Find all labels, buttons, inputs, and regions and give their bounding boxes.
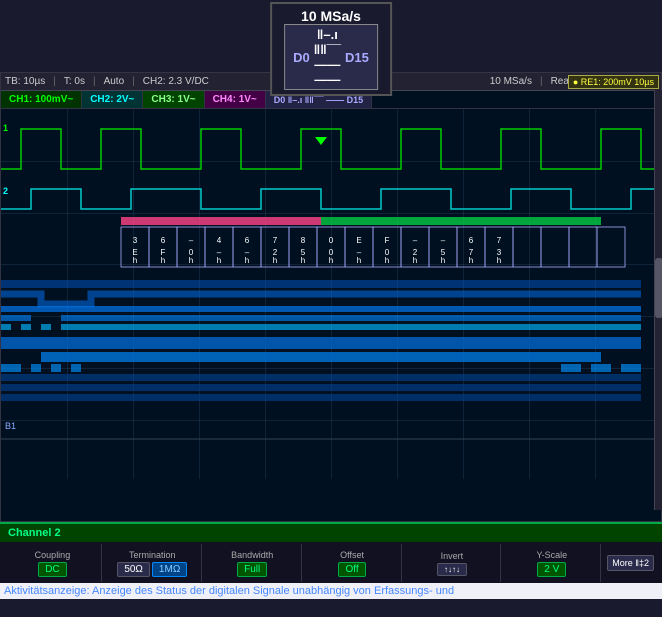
svg-text:h: h <box>413 256 417 265</box>
yscale-label: Y-Scale <box>536 550 567 560</box>
svg-text:h: h <box>497 256 501 265</box>
offset-label: Offset <box>340 550 364 560</box>
d0-label: D0 <box>293 50 310 65</box>
termination-control: Termination 50Ω 1MΩ <box>104 544 202 582</box>
svg-text:0: 0 <box>329 236 334 245</box>
svg-text:h: h <box>385 256 389 265</box>
svg-text:B1: B1 <box>5 421 16 431</box>
bandwidth-control: Bandwidth Full <box>204 544 302 582</box>
ch2-info: CH2: 2.3 V/DC <box>143 76 209 87</box>
svg-text:7: 7 <box>273 236 278 245</box>
svg-text:–: – <box>441 236 446 245</box>
svg-text:h: h <box>217 256 221 265</box>
footer-text: Aktivitätsanzeige: Anzeige des Status de… <box>0 583 662 599</box>
svg-text:h: h <box>329 256 333 265</box>
re1-label: ● RE1: 200mV 10µs <box>568 75 659 89</box>
svg-text:7: 7 <box>497 236 502 245</box>
footer-description: Aktivitätsanzeige: Anzeige des Status de… <box>4 585 454 597</box>
yscale-control: Y-Scale 2 V <box>503 544 601 582</box>
svg-text:4: 4 <box>217 236 222 245</box>
svg-text:8: 8 <box>301 236 306 245</box>
svg-text:F: F <box>385 236 390 245</box>
bandwidth-value: Full <box>237 562 267 577</box>
svg-text:1: 1 <box>3 123 8 133</box>
svg-text:h: h <box>357 256 361 265</box>
sample-rate-display: 10 MSa/s <box>284 8 378 24</box>
svg-text:h: h <box>189 256 193 265</box>
svg-text:h: h <box>301 256 305 265</box>
svg-text:–: – <box>413 236 418 245</box>
controls-row: Coupling DC Termination 50Ω 1MΩ Bandwidt… <box>0 542 662 584</box>
invert-control: Invert ↑↓↑↓ <box>404 544 502 582</box>
yscale-value: 2 V <box>537 562 566 577</box>
svg-text:–: – <box>189 236 194 245</box>
offset-control: Offset Off <box>304 544 402 582</box>
offset-value: Off <box>338 562 365 577</box>
svg-text:E: E <box>356 236 361 245</box>
svg-text:6: 6 <box>161 236 166 245</box>
auto-status: Auto <box>104 76 125 87</box>
digital-pattern: ‖–.ı ‖‖¯¯ —— —— <box>314 27 341 87</box>
invert-label: Invert <box>441 551 464 561</box>
channel-label-bar: Channel 2 <box>0 524 662 542</box>
ch4-tab[interactable]: CH4: 1V~ <box>205 91 266 108</box>
invert-button[interactable]: ↑↓↑↓ <box>437 563 467 576</box>
coupling-label: Coupling <box>35 550 71 560</box>
active-channel-label: Channel 2 <box>8 527 61 539</box>
svg-text:h: h <box>133 256 137 265</box>
coupling-dc-button[interactable]: DC <box>38 562 66 577</box>
svg-text:h: h <box>469 256 473 265</box>
trigger-time-display: T: 0s <box>64 76 85 87</box>
scrollbar[interactable] <box>654 90 662 510</box>
svg-text:6: 6 <box>245 236 250 245</box>
termination-1mohm-button[interactable]: 1MΩ <box>152 562 187 577</box>
bandwidth-full-button[interactable]: Full <box>237 562 267 577</box>
waveform-area: 3Eh 6Fh –0h 4–h 6–h 72h 85h 00h E–h F0h … <box>1 109 661 479</box>
oscilloscope-screen: TB: 10µs | T: 0s | Auto | CH2: 2.3 V/DC … <box>0 72 662 522</box>
svg-text:h: h <box>273 256 277 265</box>
ch3-tab[interactable]: CH3: 1V~ <box>143 91 204 108</box>
termination-50ohm-button[interactable]: 50Ω <box>117 562 150 577</box>
sample-rate-status: 10 MSa/s <box>490 76 532 87</box>
coupling-value: DC <box>38 562 66 577</box>
svg-text:3: 3 <box>133 236 138 245</box>
d15-label: D15 <box>345 50 369 65</box>
svg-text:6: 6 <box>469 236 474 245</box>
coupling-control: Coupling DC <box>4 544 102 582</box>
scrollbar-thumb[interactable] <box>655 258 662 318</box>
bottom-panel: Channel 2 Coupling DC Termination 50Ω 1M… <box>0 522 662 582</box>
invert-value: ↑↓↑↓ <box>437 563 467 576</box>
digital-channel-display: D0 ‖–.ı ‖‖¯¯ —— —— D15 <box>284 24 378 90</box>
svg-text:h: h <box>441 256 445 265</box>
yscale-2v-button[interactable]: 2 V <box>537 562 566 577</box>
svg-text:h: h <box>161 256 165 265</box>
bandwidth-label: Bandwidth <box>231 550 273 560</box>
termination-value: 50Ω 1MΩ <box>117 562 187 577</box>
termination-label: Termination <box>129 550 176 560</box>
ch1-tab[interactable]: CH1: 100mV~ <box>1 91 82 108</box>
timebase-display: TB: 10µs <box>5 76 45 87</box>
more-button[interactable]: More ‖‡2 <box>607 555 654 571</box>
offset-off-button[interactable]: Off <box>338 562 365 577</box>
ch2-tab[interactable]: CH2: 2V~ <box>82 91 143 108</box>
svg-text:h: h <box>245 256 249 265</box>
svg-text:2: 2 <box>3 186 8 196</box>
waveform-svg: 3Eh 6Fh –0h 4–h 6–h 72h 85h 00h E–h F0h … <box>1 109 661 479</box>
